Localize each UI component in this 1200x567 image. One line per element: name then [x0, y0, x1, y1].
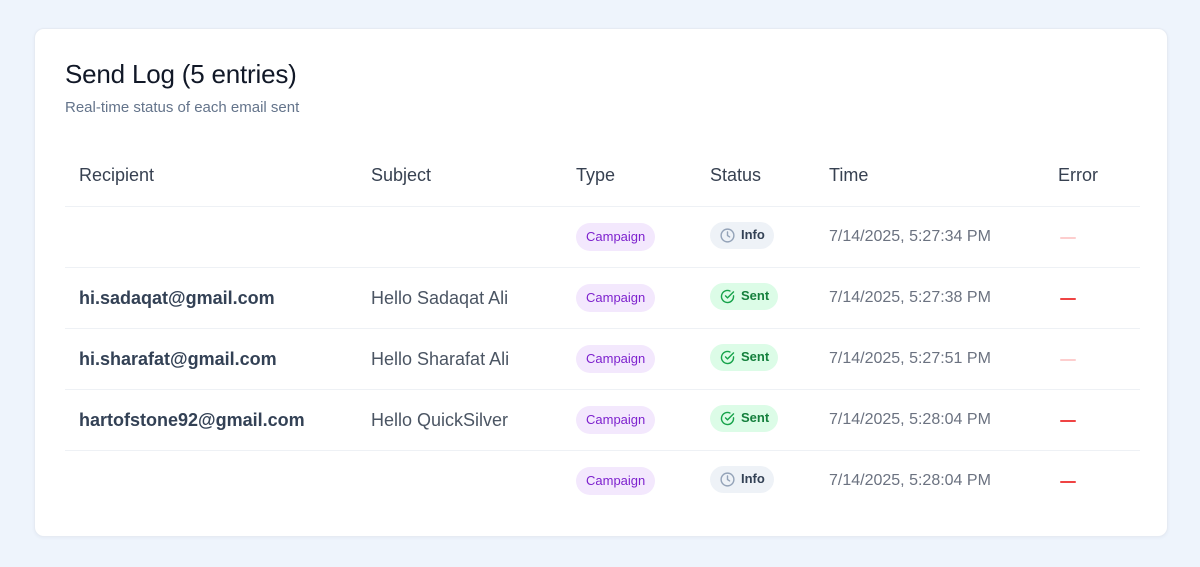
- recipient-cell: hartofstone92@gmail.com: [65, 389, 371, 451]
- error-dash: [1060, 236, 1076, 239]
- error-dash: [1060, 358, 1076, 361]
- table-body: Campaign Info 7/14/2025, 5:27:34 PM hi.s…: [65, 206, 1140, 512]
- error-dash: [1060, 297, 1076, 300]
- page-subtitle: Real-time status of each email sent: [65, 99, 300, 116]
- column-header-time: Time: [829, 145, 1058, 207]
- column-header-subject: Subject: [371, 145, 576, 207]
- error-cell: [1058, 328, 1140, 390]
- table-row: hi.sadaqat@gmail.com Hello Sadaqat Ali C…: [65, 267, 1140, 329]
- column-header-error: Error: [1058, 145, 1140, 207]
- error-cell: [1058, 389, 1140, 451]
- status-label: Info: [741, 227, 765, 242]
- status-cell: Info: [710, 451, 829, 512]
- table-row: Campaign Info 7/14/2025, 5:28:04 PM: [65, 451, 1140, 512]
- subject-cell: Hello Sadaqat Ali: [371, 267, 576, 329]
- status-badge: Sent: [710, 404, 779, 432]
- error-cell: [1058, 451, 1140, 512]
- time-cell: 7/14/2025, 5:28:04 PM: [829, 389, 1058, 451]
- status-cell: Sent: [710, 389, 829, 451]
- subject-cell: [371, 206, 576, 268]
- status-badge: Info: [710, 221, 774, 249]
- table-header-row: Recipient Subject Type Status Time Error: [65, 145, 1140, 207]
- type-badge: Campaign: [576, 345, 656, 373]
- check-circle-icon: [719, 288, 736, 305]
- status-label: Sent: [741, 288, 770, 303]
- type-cell: Campaign: [576, 451, 710, 512]
- table-row: Campaign Info 7/14/2025, 5:27:34 PM: [65, 206, 1140, 268]
- time-cell: 7/14/2025, 5:27:38 PM: [829, 267, 1058, 329]
- column-header-type: Type: [576, 145, 710, 207]
- subject-cell: Hello Sharafat Ali: [371, 328, 576, 390]
- time-cell: 7/14/2025, 5:27:51 PM: [829, 328, 1058, 390]
- time-cell: 7/14/2025, 5:28:04 PM: [829, 472, 991, 489]
- recipient-cell: hi.sharafat@gmail.com: [65, 328, 371, 390]
- check-circle-icon: [719, 410, 736, 427]
- status-cell: Sent: [710, 328, 829, 390]
- type-badge: Campaign: [576, 406, 656, 434]
- error-dash: [1060, 480, 1076, 483]
- time-cell: 7/14/2025, 5:27:34 PM: [829, 206, 1058, 268]
- status-badge: Sent: [710, 343, 779, 371]
- error-dash: [1060, 419, 1076, 422]
- table-row: hi.sharafat@gmail.com Hello Sharafat Ali…: [65, 328, 1140, 390]
- type-cell: Campaign: [576, 389, 710, 451]
- clock-icon: [719, 471, 736, 488]
- check-circle-icon: [719, 349, 736, 366]
- status-label: Sent: [741, 349, 770, 364]
- error-cell: [1058, 206, 1140, 268]
- table-row: hartofstone92@gmail.com Hello QuickSilve…: [65, 389, 1140, 451]
- recipient-cell: hi.sadaqat@gmail.com: [65, 267, 371, 329]
- type-badge: Campaign: [576, 284, 656, 312]
- type-cell: Campaign: [576, 267, 710, 329]
- send-log-card: Send Log (5 entries) Real-time status of…: [34, 28, 1168, 537]
- send-log-table: Recipient Subject Type Status Time Error…: [65, 145, 1140, 511]
- type-cell: Campaign: [576, 206, 710, 268]
- status-label: Sent: [741, 410, 770, 425]
- column-header-status: Status: [710, 145, 829, 207]
- subject-cell: [371, 451, 576, 512]
- type-badge: Campaign: [576, 223, 656, 251]
- subject-cell: Hello QuickSilver: [371, 389, 576, 451]
- column-header-recipient: Recipient: [65, 145, 371, 207]
- type-badge: Campaign: [576, 467, 656, 495]
- recipient-cell: [65, 451, 371, 512]
- type-cell: Campaign: [576, 328, 710, 390]
- recipient-cell: [65, 206, 371, 268]
- error-cell: [1058, 267, 1140, 329]
- page-title: Send Log (5 entries): [65, 59, 297, 89]
- status-badge: Sent: [710, 282, 779, 310]
- status-cell: Info: [710, 206, 829, 268]
- clock-icon: [719, 227, 736, 244]
- status-label: Info: [741, 471, 765, 486]
- status-cell: Sent: [710, 267, 829, 329]
- status-badge: Info: [710, 465, 774, 493]
